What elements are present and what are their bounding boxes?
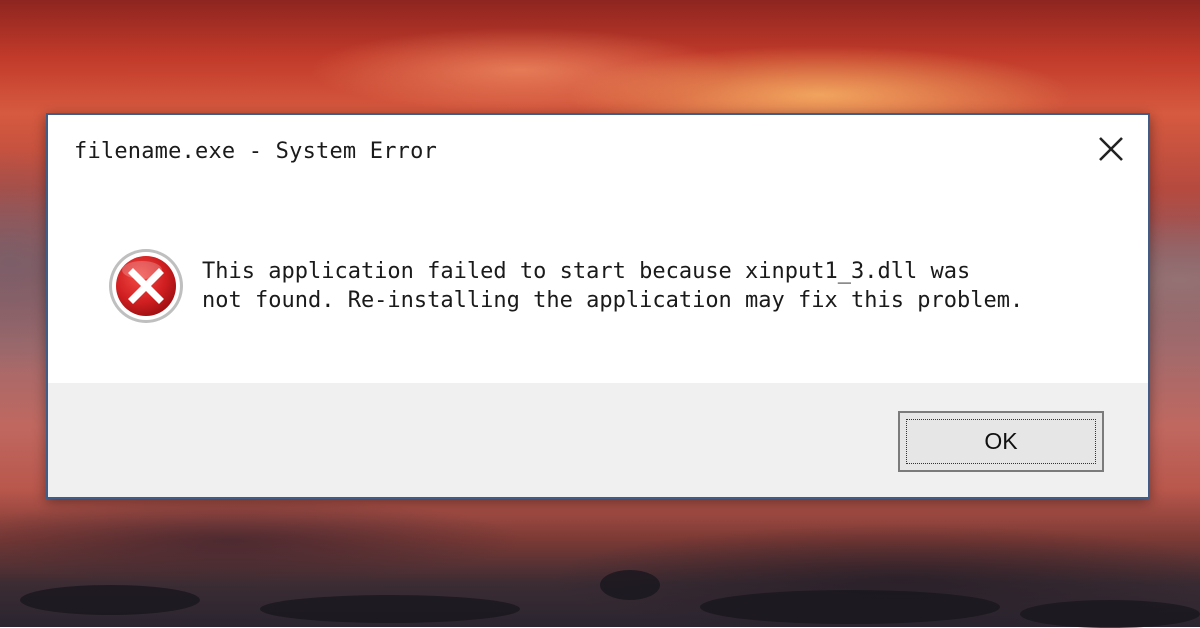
- error-icon: [109, 249, 183, 323]
- error-message: This application failed to start because…: [202, 257, 1102, 315]
- error-message-line-1: This application failed to start because…: [202, 259, 971, 284]
- close-button[interactable]: [1088, 129, 1134, 169]
- dialog-footer: OK: [48, 383, 1148, 497]
- close-icon: [1099, 137, 1123, 161]
- error-message-line-2: not found. Re-installing the application…: [202, 288, 1024, 313]
- ok-button[interactable]: OK: [898, 411, 1104, 472]
- dialog-title: filename.exe - System Error: [74, 139, 438, 164]
- system-error-dialog: filename.exe - System Error This applica…: [46, 113, 1150, 499]
